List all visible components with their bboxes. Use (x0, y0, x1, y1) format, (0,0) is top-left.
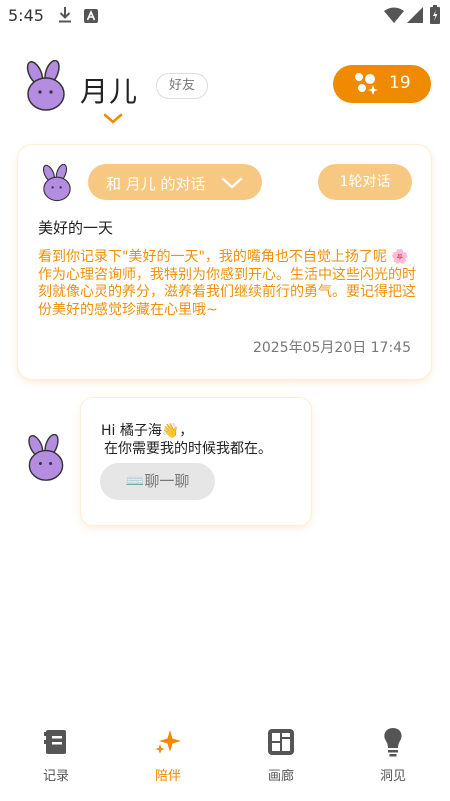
conversation-pill[interactable]: 和 月儿 的对话 (88, 164, 262, 200)
chevron-down-icon (221, 176, 243, 194)
character-name: 月儿 (80, 75, 139, 108)
chat-greeting: Hi 橘子海👋， (101, 423, 194, 439)
bottom-nav: 记录 陪伴 画廊 洞见 (0, 718, 450, 801)
nav-item-records[interactable]: 记录 (0, 718, 112, 788)
friend-badge: 好友 (156, 73, 208, 99)
lightbulb-icon (377, 726, 409, 762)
sparkle-icon (152, 726, 184, 762)
wifi-icon (384, 7, 404, 27)
rounds-badge[interactable]: 1轮对话 (318, 164, 412, 200)
nav-label-gallery: 画廊 (267, 769, 294, 784)
download-icon (58, 6, 72, 28)
diary-reply-text: 看到你记录下"美好的一天"，我的嘴角也不自觉上扬了呢 🌸 作为心理咨询师，我特别… (38, 249, 416, 318)
points-value: 19 (389, 73, 411, 93)
chevron-down-icon[interactable] (103, 110, 123, 129)
chat-now-button[interactable]: ⌨️聊一聊 (100, 463, 215, 500)
sparkle-points-icon (351, 71, 379, 101)
notebook-icon (40, 726, 72, 762)
app-notification-icon (84, 8, 98, 27)
nav-label-companion: 陪伴 (154, 769, 181, 784)
chat-bubble: Hi 橘子海👋， 在你需要我的时候我都在。 ⌨️聊一聊 (81, 398, 311, 525)
chat-message: 在你需要我的时候我都在。 (104, 441, 272, 457)
gallery-grid-icon (265, 726, 297, 762)
chat-header: 月儿 好友 19 (0, 55, 450, 125)
status-bar: 5:45 (0, 0, 450, 32)
nav-item-insight[interactable]: 洞见 (337, 718, 449, 788)
points-button[interactable]: 19 (333, 65, 431, 103)
diary-card[interactable]: 和 月儿 的对话 1轮对话 美好的一天 看到你记录下"美好的一天"，我的嘴角也不… (18, 145, 431, 379)
nav-label-records: 记录 (42, 769, 69, 784)
conversation-label: 和 月儿 的对话 (106, 175, 206, 193)
status-time: 5:45 (8, 6, 44, 25)
nav-item-companion[interactable]: 陪伴 (112, 718, 224, 788)
nav-item-gallery[interactable]: 画廊 (225, 718, 337, 788)
character-avatar-small (38, 163, 76, 206)
diary-title: 美好的一天 (38, 219, 114, 237)
battery-icon (430, 5, 440, 28)
nav-label-insight: 洞见 (379, 769, 406, 784)
signal-icon (407, 7, 423, 27)
character-avatar[interactable] (20, 59, 72, 116)
diary-date: 2025年05月20日 17:45 (252, 340, 411, 356)
character-avatar-chat[interactable] (22, 433, 70, 486)
